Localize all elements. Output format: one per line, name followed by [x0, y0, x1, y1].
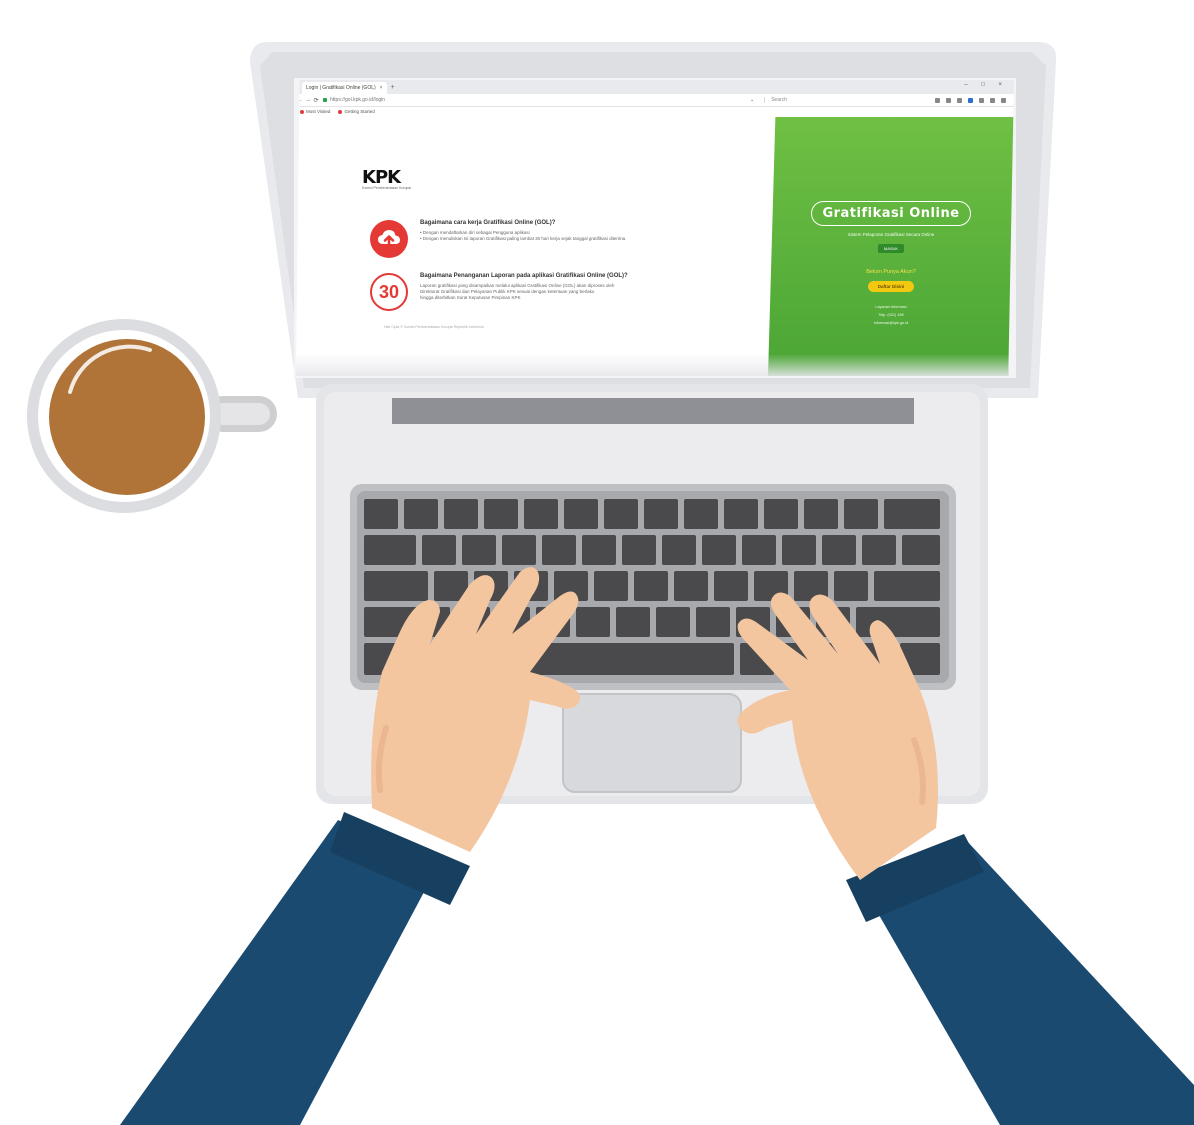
window-controls[interactable]: – □ ×	[964, 82, 1008, 88]
browser-tab-bar: Login | Gratifikasi Online (GOL) × + – □…	[296, 80, 1014, 94]
login-button[interactable]: MASUK	[877, 244, 905, 253]
browser-nav-bar: ← → ⟳ https://gol.kpk.go.id/login ⌄ Sear…	[296, 94, 1014, 107]
info-block-how-it-works: Bagaimana cara kerja Gratifikasi Online …	[370, 220, 710, 258]
chevron-down-icon[interactable]: ⌄	[750, 97, 754, 103]
browser-tab[interactable]: Login | Gratifikasi Online (GOL) ×	[302, 82, 387, 94]
new-tab-button[interactable]: +	[391, 82, 395, 94]
download-icon[interactable]	[979, 97, 984, 103]
bookmark-icon	[300, 109, 304, 114]
screen-bottom-fade	[296, 354, 1014, 376]
search-input[interactable]: Search	[764, 97, 891, 103]
library-icon[interactable]	[935, 97, 940, 103]
contact-line: Layanan Informasi	[875, 305, 907, 309]
tab-title: Login | Gratifikasi Online (GOL)	[306, 85, 376, 91]
account-icon[interactable]	[968, 97, 973, 103]
forward-icon[interactable]: →	[304, 97, 312, 103]
info-title: Bagaimana Penanganan Laporan pada aplika…	[420, 273, 628, 279]
toolbar-icons	[935, 97, 1006, 103]
bookmark-most-visited[interactable]: Most Visited	[300, 109, 330, 114]
logo-subtitle: Komisi Pemberantasan Korupsi	[362, 186, 412, 190]
close-icon[interactable]: ×	[380, 82, 383, 94]
info-line: hingga diterbitkan Surat Keputusan Pimpi…	[420, 295, 521, 300]
info-line: • Dengan menuliskan Isi laporan Gratifik…	[420, 236, 626, 241]
bookmark-label: Getting Started	[344, 109, 375, 114]
info-block-handling: 30 Bagaimana Penanganan Laporan pada apl…	[370, 273, 710, 311]
reload-icon[interactable]: ⟳	[312, 97, 320, 104]
site-info-area: KPK Komisi Pemberantasan Korupsi Bagaima…	[296, 117, 770, 376]
cloud-upload-icon	[370, 220, 408, 258]
info-title: Bagaimana cara kerja Gratifikasi Online …	[420, 220, 556, 226]
contact-phone: Telp. (021) 198	[878, 313, 904, 317]
sidebar-icon[interactable]	[946, 97, 951, 103]
menu-icon[interactable]	[1001, 97, 1006, 103]
home-icon[interactable]	[990, 97, 995, 103]
copyright-text: Hak Cipta © Komisi Pemberantasan Korupsi…	[384, 325, 484, 329]
extension-icon[interactable]	[957, 97, 962, 103]
contact-email: informasi@kpk.go.id	[873, 321, 909, 325]
login-panel: Gratifikasi Online Sistem Pelaporan Grat…	[768, 117, 1014, 376]
coffee-cup	[27, 319, 277, 513]
laptop-screen: Login | Gratifikasi Online (GOL) × + – □…	[296, 80, 1014, 376]
brand-tagline: Sistem Pelaporan Gratifikasi Secara Onli…	[847, 232, 935, 237]
bookmark-getting-started[interactable]: Getting Started	[338, 109, 375, 114]
register-prompt: Belum Punya Akun?	[866, 269, 916, 275]
lock-icon	[323, 98, 327, 102]
bookmarks-bar: Most Visited Getting Started	[296, 107, 1014, 116]
gratifikasi-online-brand: Gratifikasi Online	[811, 201, 971, 226]
logo-text: KPK	[362, 167, 401, 188]
bookmark-label: Most Visited	[306, 109, 331, 114]
register-button[interactable]: Daftar Disini	[867, 281, 915, 292]
address-bar[interactable]: https://gol.kpk.go.id/login	[330, 97, 750, 103]
bookmark-icon	[338, 109, 343, 114]
kpk-logo[interactable]: KPK Komisi Pemberantasan Korupsi	[362, 167, 411, 190]
thirty-days-badge: 30	[370, 273, 408, 311]
